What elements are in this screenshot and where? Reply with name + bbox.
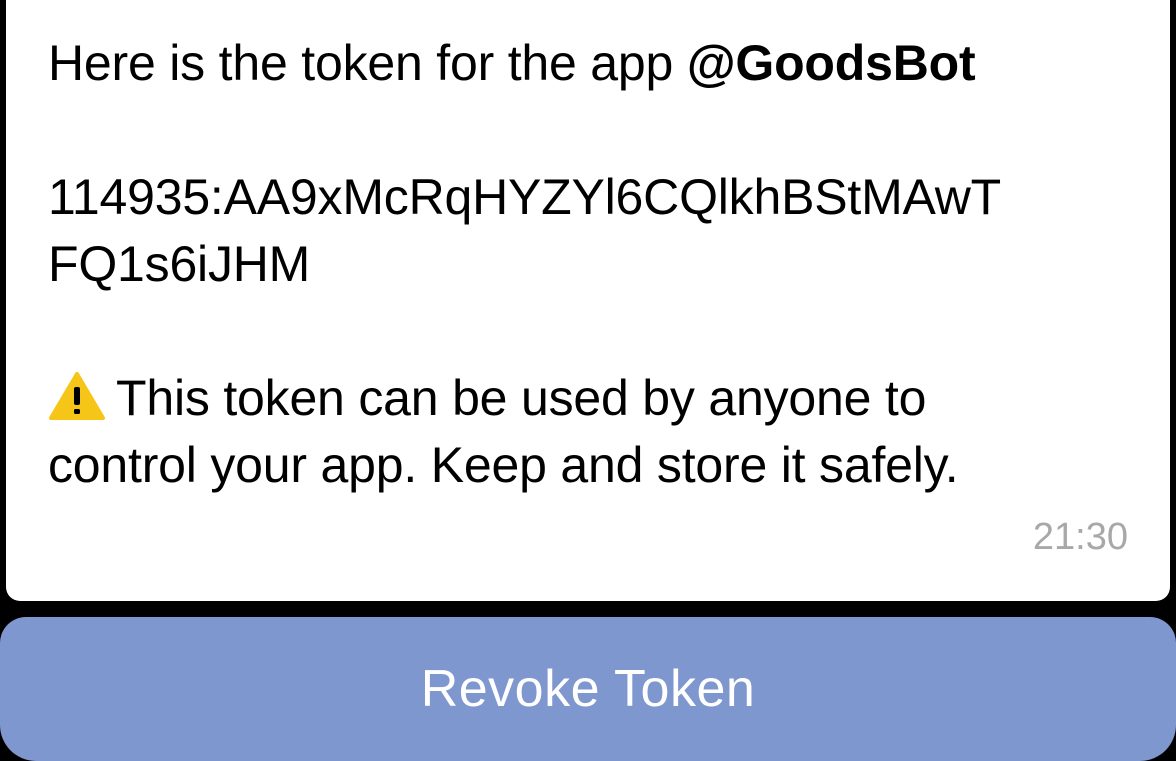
token-line-2: FQ1s6iJHM bbox=[48, 236, 311, 292]
message-text: Here is the token for the app @GoodsBot … bbox=[48, 30, 1138, 499]
warning-icon bbox=[48, 371, 106, 421]
revoke-token-label: Revoke Token bbox=[420, 660, 756, 718]
warning-line-1: This token can be used by anyone to bbox=[48, 365, 1138, 432]
token-line-1: 114935:AA9xMcRqHYZYl6CQlkhBStMAwT bbox=[48, 169, 1002, 225]
warning-line-2: control your app. Keep and store it safe… bbox=[48, 437, 959, 493]
message-time: 21:30 bbox=[1032, 516, 1128, 558]
intro-line: Here is the token for the app @GoodsBot bbox=[48, 30, 1138, 97]
intro-text: Here is the token for the app bbox=[48, 35, 687, 91]
chat-stage: Here is the token for the app @GoodsBot … bbox=[0, 0, 1176, 761]
bot-name[interactable]: @GoodsBot bbox=[687, 35, 976, 91]
message-bubble: Here is the token for the app @GoodsBot … bbox=[6, 0, 1170, 601]
warning-text-1: This token can be used by anyone to bbox=[116, 370, 927, 426]
revoke-token-button[interactable]: Revoke Token bbox=[0, 617, 1176, 761]
